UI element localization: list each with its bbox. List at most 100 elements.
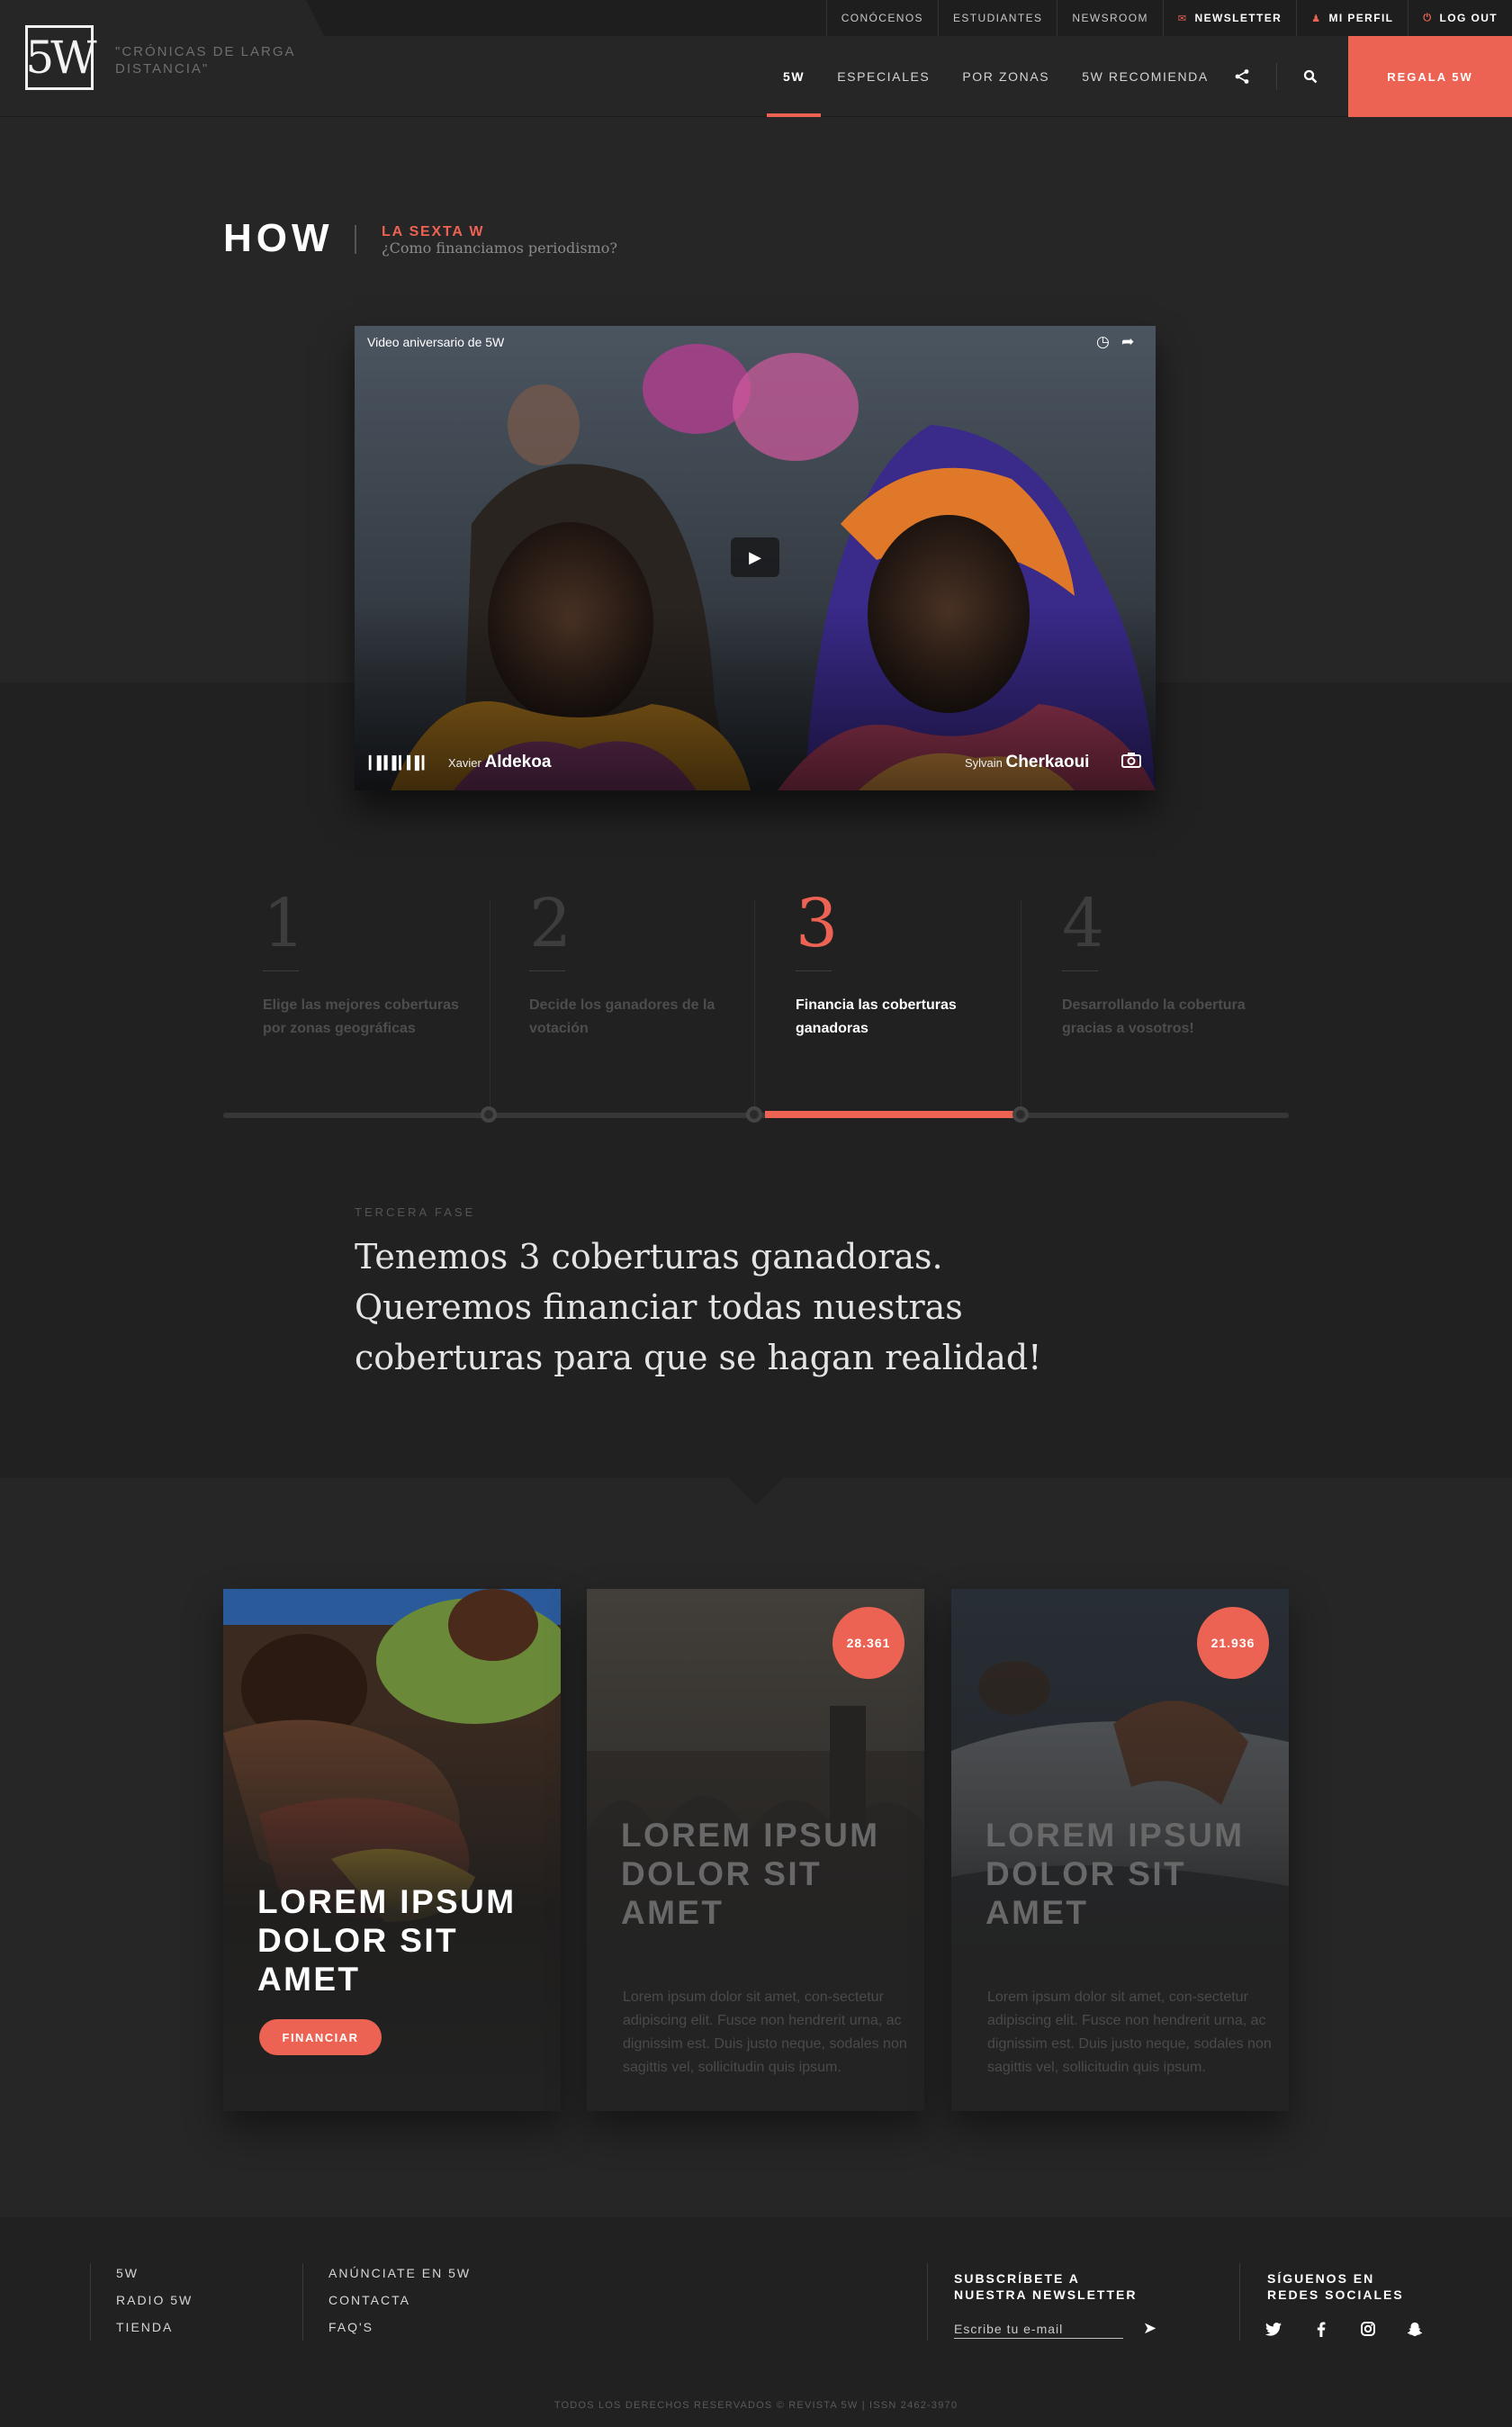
step-divider	[1021, 900, 1022, 1107]
site-logo[interactable]: 5W	[25, 25, 97, 90]
step-description: Decide los ganadores de la votación	[529, 997, 716, 1036]
credit-last-name: Aldekoa	[484, 753, 552, 771]
step-number-underline	[1062, 970, 1098, 971]
credit-last-name: Cherkaoui	[1005, 753, 1090, 771]
step-description: Elige las mejores coberturas por zonas g…	[263, 997, 459, 1036]
step-dot[interactable]	[1012, 1106, 1029, 1123]
play-icon[interactable]: ▶	[731, 537, 779, 577]
share-arrow-icon[interactable]: ➦	[1121, 333, 1134, 351]
section-arrow	[729, 1478, 783, 1505]
section-subtitle: ¿Como financiamos periodismo?	[382, 239, 617, 257]
credit-first-name: Sylvain	[965, 756, 1003, 770]
photo-credit-right: Sylvain Cherkaoui	[965, 753, 1089, 772]
page-title: HOW	[223, 216, 334, 260]
footer-links-col-2: ANÚNCIATE EN 5W CONTACTA FAQ'S	[328, 2260, 471, 2341]
nav-item-especiales[interactable]: ESPECIALES	[821, 36, 946, 117]
credit-first-name: Xavier	[448, 756, 482, 770]
user-icon: ♟	[1311, 13, 1322, 24]
search-icon[interactable]	[1291, 36, 1330, 117]
financiar-button[interactable]: FINANCIAR	[259, 2019, 382, 2055]
top-link-estudiantes[interactable]: ESTUDIANTES	[937, 0, 1057, 36]
step-number: 3	[796, 885, 839, 962]
title-separator	[355, 225, 356, 254]
footer-link-contacta[interactable]: CONTACTA	[328, 2287, 471, 2314]
footer-link-tienda[interactable]: TIENDA	[116, 2314, 193, 2341]
card-title: LOREM IPSUM DOLOR SIT AMET	[257, 1883, 517, 1998]
clock-icon[interactable]: ◷	[1096, 333, 1110, 351]
steps-progress-active	[765, 1111, 1013, 1118]
step-number: 2	[529, 885, 572, 962]
coverage-card[interactable]: LOREM IPSUM DOLOR SIT AMET FINANCIAR	[223, 1589, 561, 2111]
step-divider	[754, 900, 755, 1107]
top-link-label: CONÓCENOS	[841, 12, 923, 24]
top-link-log-out[interactable]: ⏻ LOG OUT	[1408, 0, 1512, 36]
top-link-label: ESTUDIANTES	[952, 12, 1043, 24]
phase-label: TERCERA FASE	[355, 1205, 476, 1219]
step-description: Desarrollando la cobertura gracias a vos…	[1062, 997, 1246, 1036]
footer-link-radio-5w[interactable]: RADIO 5W	[116, 2287, 193, 2314]
copyright-text: TODOS LOS DERECHOS RESERVADOS © REVISTA …	[554, 2400, 958, 2411]
share-icon[interactable]	[1222, 36, 1262, 117]
step-1[interactable]: 1 Elige las mejores coberturas por zonas…	[227, 885, 459, 1071]
step-description: Financia las coberturas ganadoras	[796, 997, 957, 1036]
step-3[interactable]: 3 Financia las coberturas ganadoras	[760, 888, 974, 1071]
social-heading: SÍGUENOS EN REDES SOCIALES	[1267, 2271, 1404, 2302]
step-number-underline	[529, 970, 565, 971]
top-links: CONÓCENOS ESTUDIANTES NEWSROOM ✉ NEWSLETT…	[825, 0, 1512, 36]
step-4[interactable]: 4 Desarrollando la cobertura gracias a v…	[1026, 888, 1246, 1071]
footer-divider	[90, 2263, 91, 2341]
footer-link-anunciate[interactable]: ANÚNCIATE EN 5W	[328, 2260, 471, 2287]
footer-divider	[927, 2263, 928, 2341]
footer	[0, 2217, 1512, 2427]
footer-link-faqs[interactable]: FAQ'S	[328, 2314, 471, 2341]
facebook-icon[interactable]	[1310, 2317, 1333, 2341]
footer-divider	[302, 2263, 303, 2341]
top-link-conocenos[interactable]: CONÓCENOS	[825, 0, 938, 36]
card-title: LOREM IPSUM DOLOR SIT AMET	[621, 1817, 880, 1931]
snapchat-icon[interactable]	[1403, 2317, 1426, 2341]
newsletter-email-input[interactable]	[954, 2319, 1123, 2339]
photo-credit-left: Xavier Aldekoa	[448, 753, 551, 772]
footer-links-col-1: 5W RADIO 5W TIENDA	[116, 2260, 193, 2341]
power-icon: ⏻	[1423, 12, 1433, 23]
nav-item-5w[interactable]: 5W	[767, 36, 822, 117]
card-body: Lorem ipsum dolor sit amet, con-sectetur…	[623, 1989, 907, 2075]
step-dot[interactable]	[746, 1106, 762, 1123]
card-body: Lorem ipsum dolor sit amet, con-sectetur…	[987, 1989, 1272, 2075]
top-link-newsroom[interactable]: NEWSROOM	[1057, 0, 1163, 36]
card-title: LOREM IPSUM DOLOR SIT AMET	[986, 1817, 1245, 1931]
mail-icon: ✉	[1177, 13, 1188, 24]
top-link-label: LOG OUT	[1439, 12, 1498, 24]
footer-divider	[1239, 2263, 1240, 2341]
nav-separator	[1276, 63, 1277, 90]
twitter-icon[interactable]	[1262, 2317, 1285, 2341]
audio-wave-icon: ▎▌▍▌▎▍▌▎	[369, 755, 432, 770]
top-link-label: NEWSROOM	[1072, 12, 1148, 24]
coverage-card[interactable]: 28.361 LOREM IPSUM DOLOR SIT AMET Lorem …	[587, 1589, 924, 2111]
newsletter-heading: SUBSCRÍBETE A NUESTRA NEWSLETTER	[954, 2271, 1138, 2302]
votes-badge: 21.936	[1197, 1607, 1269, 1679]
step-2[interactable]: 2 Decide los ganadores de la votación	[493, 885, 715, 1071]
nav-item-por-zonas[interactable]: POR ZONAS	[946, 36, 1066, 117]
top-link-label: NEWSLETTER	[1194, 12, 1282, 24]
top-link-newsletter[interactable]: ✉ NEWSLETTER	[1162, 0, 1296, 36]
video-title: Video aniversario de 5W	[367, 335, 505, 349]
site-tagline: "CRÓNICAS DE LARGA DISTANCIA"	[115, 44, 295, 77]
top-link-label: MI PERFIL	[1328, 12, 1394, 24]
nav-item-5w-recomienda[interactable]: 5W RECOMIENDA	[1066, 36, 1225, 117]
top-link-mi-perfil[interactable]: ♟ MI PERFIL	[1296, 0, 1408, 36]
top-utility-bar: CONÓCENOS ESTUDIANTES NEWSROOM ✉ NEWSLETT…	[0, 0, 1512, 36]
votes-badge: 28.361	[832, 1607, 904, 1679]
section-kicker: LA SEXTA W	[382, 224, 485, 239]
send-icon[interactable]: ➤	[1143, 2319, 1156, 2338]
video-player[interactable]: Video aniversario de 5W ◷ ➦ ▶ ▎▌▍▌▎▍▌▎ X…	[355, 326, 1156, 790]
main-nav: 5W ESPECIALES POR ZONAS 5W RECOMIENDA	[767, 36, 1225, 117]
footer-link-5w[interactable]: 5W	[116, 2260, 193, 2287]
step-dot[interactable]	[481, 1106, 497, 1123]
camera-icon[interactable]	[1121, 752, 1141, 772]
instagram-icon[interactable]	[1356, 2317, 1380, 2341]
step-number-underline	[263, 970, 299, 971]
step-number: 1	[263, 885, 306, 962]
coverage-card[interactable]: 21.936 LOREM IPSUM DOLOR SIT AMET Lorem …	[951, 1589, 1289, 2111]
regala-5w-button[interactable]: REGALA 5W	[1348, 36, 1512, 117]
